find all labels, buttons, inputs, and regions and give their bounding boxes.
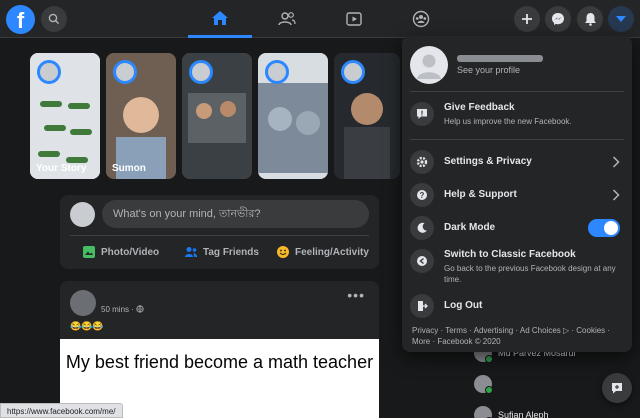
feedback-sub: Help us improve the new Facebook. [444,117,572,126]
gear-icon [410,150,434,174]
tag-friends-label: Tag Friends [203,246,259,258]
search-button[interactable] [41,6,67,32]
top-navigation-bar: f [0,0,640,38]
globe-icon [136,305,144,313]
help-label: Help & Support [444,189,517,200]
feedback-icon [410,102,434,126]
log-out-icon [410,294,434,318]
classic-title: Switch to Classic Facebook [444,249,576,260]
bell-icon [584,13,596,26]
post-image-text: My best friend become a math teacher [65,352,374,372]
settings-label: Settings & Privacy [444,156,532,167]
composer-divider [70,235,369,236]
account-menu-button[interactable] [608,6,634,32]
log-out-item[interactable]: Log Out [410,294,624,318]
composer-input[interactable]: What's on your mind, তানভীর? [102,200,369,228]
tag-friends-button[interactable]: Tag Friends [184,240,259,264]
story-avatar [37,60,61,84]
story-avatar [113,60,137,84]
post-author-avatar[interactable] [70,290,96,316]
story-label: Sumon [112,163,146,174]
feeling-activity-label: Feeling/Activity [295,246,369,258]
tab-home[interactable] [188,0,252,38]
contact-name: Sufian Aleph [498,410,549,418]
messenger-icon [552,13,564,25]
story-avatar [265,60,289,84]
help-support-item[interactable]: ? Help & Support [410,183,624,207]
menu-footer-links[interactable]: Privacy · Terms · Advertising · Ad Choic… [412,325,622,347]
feed-post: 50 mins · ••• 😂😂😂 My best friend become … [60,281,379,418]
create-button[interactable] [514,6,540,32]
story-card[interactable] [182,53,252,179]
settings-privacy-item[interactable]: Settings & Privacy [410,150,624,174]
story-avatar [189,60,213,84]
profile-sub: See your profile [457,64,521,75]
photo-video-label: Photo/Video [101,246,160,258]
profile-link[interactable]: See your profile [410,44,624,86]
story-card[interactable] [334,53,400,179]
menu-divider [410,139,624,140]
contact-avatar [474,375,493,394]
post-time-text: 50 mins · [101,305,134,314]
feeling-activity-button[interactable]: Feeling/Activity [276,240,369,264]
plus-icon [522,14,532,24]
classic-sub: Go back to the previous Facebook design … [444,264,616,284]
composer-avatar [70,202,95,227]
messenger-button[interactable] [545,6,571,32]
post-options-button[interactable]: ••• [347,287,365,303]
menu-divider [410,91,624,92]
tab-watch[interactable] [322,0,386,38]
watch-icon [346,12,362,26]
browser-status-url: https://www.facebook.com/me/ [0,403,123,418]
story-card-your-story[interactable]: Your Story [30,53,100,179]
photo-video-button[interactable]: Photo/Video [82,240,159,264]
caret-down-icon [616,16,626,22]
facebook-logo[interactable]: f [6,5,35,34]
log-out-label: Log Out [444,300,483,311]
dark-mode-toggle[interactable] [588,219,620,237]
tab-groups[interactable] [389,0,453,38]
switch-classic-item[interactable]: Switch to Classic Facebook Go back to th… [410,249,624,285]
photo-icon [83,246,95,258]
toggle-knob [604,221,618,235]
story-card[interactable] [258,53,328,179]
story-card[interactable]: Sumon [106,53,176,179]
account-dropdown-menu: See your profile Give Feedback Help us i… [402,36,632,352]
story-label: Your Story [36,163,87,174]
friends-icon [278,12,296,26]
feedback-title: Give Feedback [444,102,515,113]
help-icon: ? [410,183,434,207]
new-message-button[interactable] [602,373,632,403]
post-timestamp[interactable]: 50 mins · [101,305,144,314]
tag-friends-icon [185,247,197,257]
search-icon [48,13,60,25]
contact-item[interactable] [474,374,498,394]
notifications-button[interactable] [577,6,603,32]
post-text: 😂😂😂 [70,321,104,331]
tab-friends[interactable] [255,0,319,38]
give-feedback-item[interactable]: Give Feedback Help us improve the new Fa… [410,102,624,127]
profile-name-redacted [457,54,543,62]
svg-text:?: ? [420,191,425,200]
profile-avatar [410,46,448,84]
back-arrow-icon [410,249,434,273]
home-icon [212,10,228,25]
chevron-right-icon [612,156,620,168]
moon-icon [410,216,434,240]
smiley-icon [277,246,289,258]
groups-icon [412,10,430,28]
chevron-right-icon [612,189,620,201]
contact-avatar [474,406,493,418]
dark-mode-label: Dark Mode [444,222,496,233]
contact-item[interactable]: Sufian Aleph [474,405,549,418]
post-composer: What's on your mind, তানভীর? Photo/Video… [60,195,379,269]
compose-message-icon [612,383,622,394]
story-avatar [341,60,365,84]
